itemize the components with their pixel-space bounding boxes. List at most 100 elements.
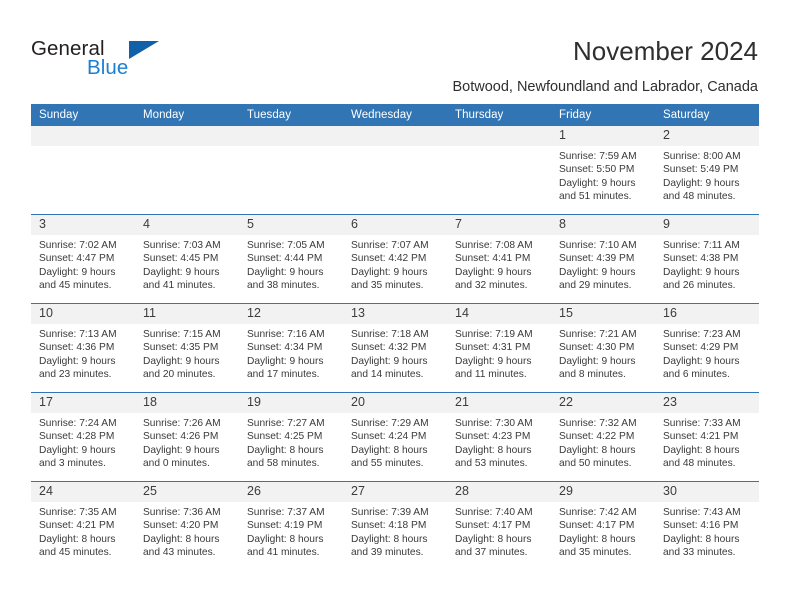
daylight-text-line1: Daylight: 8 hours: [247, 444, 324, 456]
day-number: 9: [655, 215, 759, 235]
calendar-day-cell[interactable]: 14 Sunrise: 7:19 AM Sunset: 4:31 PM Dayligh…: [447, 303, 551, 393]
sunrise-text: Sunrise: 7:13 AM: [39, 329, 117, 340]
daylight-text-line2: and 6 minutes.: [663, 369, 730, 381]
calendar-day-cell[interactable]: 6 Sunrise: 7:07 AM Sunset: 4:42 PM Daylight…: [343, 214, 447, 304]
calendar-day-cell[interactable]: 22 Sunrise: 7:32 AM Sunset: 4:22 PM Dayligh…: [551, 392, 655, 482]
sunset-text: Sunset: 4:32 PM: [351, 342, 427, 354]
day-number: 3: [31, 215, 135, 235]
day-number: 5: [239, 215, 343, 235]
day-number: [31, 126, 135, 146]
weekday-header-sunday: Sunday: [31, 104, 135, 126]
calendar-day-cell[interactable]: 16 Sunrise: 7:23 AM Sunset: 4:29 PM Dayligh…: [655, 303, 759, 393]
sunset-text: Sunset: 4:22 PM: [559, 431, 635, 443]
daylight-text-line2: and 29 minutes.: [559, 280, 632, 292]
sunset-text: Sunset: 4:17 PM: [455, 520, 531, 532]
day-sun-info: Sunrise: 7:33 AM Sunset: 4:21 PM Daylight:…: [655, 413, 759, 471]
calendar-day-cell[interactable]: 21 Sunrise: 7:30 AM Sunset: 4:23 PM Dayligh…: [447, 392, 551, 482]
calendar-day-cell[interactable]: 11 Sunrise: 7:15 AM Sunset: 4:35 PM Dayligh…: [135, 303, 239, 393]
day-number: 10: [31, 304, 135, 324]
daylight-text-line2: and 8 minutes.: [559, 369, 626, 381]
calendar-day-cell[interactable]: 13 Sunrise: 7:18 AM Sunset: 4:32 PM Dayligh…: [343, 303, 447, 393]
day-sun-info: Sunrise: 7:10 AM Sunset: 4:39 PM Daylight:…: [551, 235, 655, 293]
calendar-day-cell[interactable]: 12 Sunrise: 7:16 AM Sunset: 4:34 PM Dayligh…: [239, 303, 343, 393]
daylight-text-line2: and 43 minutes.: [143, 547, 216, 559]
sunset-text: Sunset: 4:23 PM: [455, 431, 531, 443]
sunrise-text: Sunrise: 7:59 AM: [559, 151, 637, 162]
calendar-day-cell[interactable]: 9 Sunrise: 7:11 AM Sunset: 4:38 PM Daylight…: [655, 214, 759, 304]
day-number: 8: [551, 215, 655, 235]
daylight-text-line1: Daylight: 8 hours: [247, 533, 324, 545]
calendar-day-cell[interactable]: 2 Sunrise: 8:00 AM Sunset: 5:49 PM Daylight…: [655, 126, 759, 215]
daylight-text-line2: and 55 minutes.: [351, 458, 424, 470]
calendar-day-cell[interactable]: 10 Sunrise: 7:13 AM Sunset: 4:36 PM Dayligh…: [31, 303, 135, 393]
day-sun-info: Sunrise: 7:32 AM Sunset: 4:22 PM Daylight:…: [551, 413, 655, 471]
calendar-day-cell[interactable]: 28 Sunrise: 7:40 AM Sunset: 4:17 PM Dayligh…: [447, 481, 551, 570]
calendar-day-cell[interactable]: 24 Sunrise: 7:35 AM Sunset: 4:21 PM Dayligh…: [31, 481, 135, 570]
calendar-day-cell[interactable]: 5 Sunrise: 7:05 AM Sunset: 4:44 PM Daylight…: [239, 214, 343, 304]
sunrise-text: Sunrise: 7:24 AM: [39, 418, 117, 429]
brand-logo[interactable]: General Blue: [31, 38, 221, 84]
daylight-text-line1: Daylight: 8 hours: [143, 533, 220, 545]
sunset-text: Sunset: 4:39 PM: [559, 253, 635, 265]
daylight-text-line1: Daylight: 9 hours: [559, 177, 636, 189]
calendar-week-row: 24 Sunrise: 7:35 AM Sunset: 4:21 PM Dayligh…: [31, 481, 759, 570]
calendar-day-cell[interactable]: 7 Sunrise: 7:08 AM Sunset: 4:41 PM Daylight…: [447, 214, 551, 304]
day-number: 13: [343, 304, 447, 324]
calendar-day-cell[interactable]: 4 Sunrise: 7:03 AM Sunset: 4:45 PM Daylight…: [135, 214, 239, 304]
day-number: 1: [551, 126, 655, 146]
daylight-text-line2: and 48 minutes.: [663, 458, 736, 470]
daylight-text-line1: Daylight: 9 hours: [663, 177, 740, 189]
daylight-text-line1: Daylight: 8 hours: [455, 533, 532, 545]
calendar-day-cell[interactable]: 29 Sunrise: 7:42 AM Sunset: 4:17 PM Dayligh…: [551, 481, 655, 570]
sunrise-text: Sunrise: 7:08 AM: [455, 240, 533, 251]
sunset-text: Sunset: 4:30 PM: [559, 342, 635, 354]
daylight-text-line2: and 45 minutes.: [39, 547, 112, 559]
daylight-text-line1: Daylight: 9 hours: [39, 355, 116, 367]
daylight-text-line2: and 26 minutes.: [663, 280, 736, 292]
day-sun-info: Sunrise: 7:08 AM Sunset: 4:41 PM Daylight:…: [447, 235, 551, 293]
day-sun-info: Sunrise: 7:03 AM Sunset: 4:45 PM Daylight:…: [135, 235, 239, 293]
sunrise-text: Sunrise: 7:02 AM: [39, 240, 117, 251]
day-number: 15: [551, 304, 655, 324]
sunset-text: Sunset: 4:36 PM: [39, 342, 115, 354]
calendar-grid: Sunday Monday Tuesday Wednesday Thursday…: [31, 104, 759, 570]
daylight-text-line2: and 32 minutes.: [455, 280, 528, 292]
sunset-text: Sunset: 4:35 PM: [143, 342, 219, 354]
daylight-text-line1: Daylight: 9 hours: [39, 444, 116, 456]
brand-name-blue: Blue: [87, 56, 129, 79]
daylight-text-line1: Daylight: 8 hours: [663, 444, 740, 456]
daylight-text-line2: and 37 minutes.: [455, 547, 528, 559]
calendar-day-cell[interactable]: 23 Sunrise: 7:33 AM Sunset: 4:21 PM Dayligh…: [655, 392, 759, 482]
day-sun-info: Sunrise: 7:21 AM Sunset: 4:30 PM Daylight:…: [551, 324, 655, 382]
page-title: November 2024: [573, 36, 758, 66]
calendar-cell-empty: [447, 126, 551, 215]
calendar-day-cell[interactable]: 20 Sunrise: 7:29 AM Sunset: 4:24 PM Dayligh…: [343, 392, 447, 482]
daylight-text-line2: and 38 minutes.: [247, 280, 320, 292]
day-sun-info: Sunrise: 7:43 AM Sunset: 4:16 PM Daylight:…: [655, 502, 759, 560]
calendar-day-cell[interactable]: 17 Sunrise: 7:24 AM Sunset: 4:28 PM Dayligh…: [31, 392, 135, 482]
sunrise-text: Sunrise: 7:07 AM: [351, 240, 429, 251]
daylight-text-line2: and 0 minutes.: [143, 458, 210, 470]
sunset-text: Sunset: 4:31 PM: [455, 342, 531, 354]
day-number: 7: [447, 215, 551, 235]
calendar-day-cell[interactable]: 27 Sunrise: 7:39 AM Sunset: 4:18 PM Dayligh…: [343, 481, 447, 570]
calendar-day-cell[interactable]: 25 Sunrise: 7:36 AM Sunset: 4:20 PM Dayligh…: [135, 481, 239, 570]
sunset-text: Sunset: 4:34 PM: [247, 342, 323, 354]
day-number: 4: [135, 215, 239, 235]
calendar-day-cell[interactable]: 3 Sunrise: 7:02 AM Sunset: 4:47 PM Daylight…: [31, 214, 135, 304]
calendar-day-cell[interactable]: 15 Sunrise: 7:21 AM Sunset: 4:30 PM Dayligh…: [551, 303, 655, 393]
calendar-day-cell[interactable]: 19 Sunrise: 7:27 AM Sunset: 4:25 PM Dayligh…: [239, 392, 343, 482]
weekday-header-friday: Friday: [551, 104, 655, 126]
calendar-day-cell[interactable]: 30 Sunrise: 7:43 AM Sunset: 4:16 PM Dayligh…: [655, 481, 759, 570]
sunrise-text: Sunrise: 7:30 AM: [455, 418, 533, 429]
day-sun-info: Sunrise: 7:29 AM Sunset: 4:24 PM Daylight:…: [343, 413, 447, 471]
calendar-day-cell[interactable]: 1 Sunrise: 7:59 AM Sunset: 5:50 PM Daylight…: [551, 126, 655, 215]
day-number: 6: [343, 215, 447, 235]
day-sun-info: Sunrise: 7:13 AM Sunset: 4:36 PM Daylight:…: [31, 324, 135, 382]
calendar-cell-empty: [135, 126, 239, 215]
weekday-header-tuesday: Tuesday: [239, 104, 343, 126]
calendar-day-cell[interactable]: 8 Sunrise: 7:10 AM Sunset: 4:39 PM Daylight…: [551, 214, 655, 304]
day-number: 24: [31, 482, 135, 502]
calendar-day-cell[interactable]: 18 Sunrise: 7:26 AM Sunset: 4:26 PM Dayligh…: [135, 392, 239, 482]
calendar-day-cell[interactable]: 26 Sunrise: 7:37 AM Sunset: 4:19 PM Dayligh…: [239, 481, 343, 570]
